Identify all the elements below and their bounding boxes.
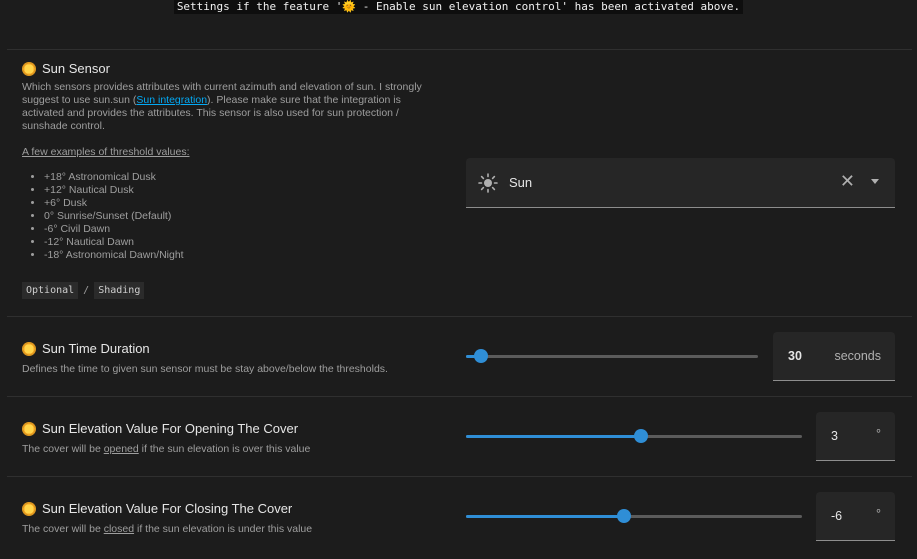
sun-sensor-title-text: Sun Sensor <box>42 61 110 76</box>
slider-thumb[interactable] <box>616 509 631 523</box>
sun-elevation-closing-panel: Sun Elevation Value For Closing The Cove… <box>7 476 912 559</box>
tag-optional: Optional <box>22 282 79 299</box>
sun-sensor-title: Sun Sensor <box>23 61 110 76</box>
list-item: -6° Civil Dawn <box>44 223 184 236</box>
examples-heading: A few examples of threshold values: <box>22 146 190 159</box>
sun-time-duration-panel: Sun Time Duration Defines the time to gi… <box>7 316 912 396</box>
sun-emoji-icon <box>23 342 35 355</box>
sun-time-duration-title-text: Sun Time Duration <box>42 341 150 356</box>
duration-slider[interactable] <box>466 349 758 363</box>
opening-desc-b: if the sun elevation is over this value <box>138 443 311 455</box>
duration-value: 30 <box>788 349 802 363</box>
sun-emoji-icon <box>23 502 35 515</box>
closing-input[interactable]: -6 ° <box>816 492 895 541</box>
tag-shading: Shading <box>94 282 145 299</box>
examples-list: +18° Astronomical Dusk +12° Nautical Dus… <box>28 171 184 262</box>
opening-desc-a: The cover will be <box>22 443 104 455</box>
chevron-down-icon[interactable] <box>871 179 879 184</box>
list-item: +18° Astronomical Dusk <box>44 171 184 184</box>
closing-desc-b: if the sun elevation is under this value <box>134 523 313 535</box>
opening-description: The cover will be opened if the sun elev… <box>22 443 310 456</box>
list-item: 0° Sunrise/Sunset (Default) <box>44 210 184 223</box>
sun-time-duration-description: Defines the time to given sun sensor mus… <box>22 363 388 375</box>
list-item: +12° Nautical Dusk <box>44 184 184 197</box>
opening-input[interactable]: 3 ° <box>816 412 895 461</box>
closing-desc-a: The cover will be <box>22 523 104 535</box>
closing-unit: ° <box>876 507 881 521</box>
sun-elevation-opening-panel: Sun Elevation Value For Opening The Cove… <box>7 396 912 476</box>
list-item: +6° Dusk <box>44 197 184 210</box>
closing-title-text: Sun Elevation Value For Closing The Cove… <box>42 501 293 516</box>
sun-sensor-panel: Sun Sensor Which sensors provides attrib… <box>7 49 912 316</box>
tag-separator: / <box>83 285 90 296</box>
closing-description: The cover will be closed if the sun elev… <box>22 523 312 536</box>
list-item: -18° Astronomical Dawn/Night <box>44 249 184 262</box>
sun-sensor-description: Which sensors provides attributes with c… <box>22 81 432 133</box>
close-icon[interactable]: ✕ <box>840 171 855 192</box>
sun-time-duration-title: Sun Time Duration <box>23 341 150 356</box>
closing-desc-u: closed <box>103 523 135 535</box>
duration-input[interactable]: 30 seconds <box>773 332 895 381</box>
sun-emoji-icon <box>23 422 35 435</box>
slider-thumb[interactable] <box>473 349 488 363</box>
closing-slider[interactable] <box>466 509 802 523</box>
list-item: -12° Nautical Dawn <box>44 236 184 249</box>
tags: Optional / Shading <box>22 282 145 299</box>
sun-sensor-select[interactable]: Sun ✕ <box>466 158 895 208</box>
opening-unit: ° <box>876 427 881 441</box>
opening-value: 3 <box>831 429 838 443</box>
duration-unit: seconds <box>834 349 881 363</box>
examples-heading-text: A few examples of threshold values: <box>22 146 190 158</box>
opening-desc-u: opened <box>103 443 139 455</box>
closing-title: Sun Elevation Value For Closing The Cove… <box>23 501 292 516</box>
slider-fill <box>466 515 624 518</box>
sun-sensor-value: Sun <box>509 175 533 190</box>
slider-thumb[interactable] <box>633 429 648 443</box>
slider-fill <box>466 435 641 438</box>
closing-value: -6 <box>831 509 843 523</box>
sun-integration-link[interactable]: Sun integration <box>136 94 207 106</box>
top-note-text: Settings if the feature '🌞 - Enable sun … <box>173 0 744 14</box>
top-note: Settings if the feature '🌞 - Enable sun … <box>0 0 917 18</box>
opening-title: Sun Elevation Value For Opening The Cove… <box>23 421 298 436</box>
opening-title-text: Sun Elevation Value For Opening The Cove… <box>42 421 299 436</box>
opening-slider[interactable] <box>466 429 802 443</box>
sun-icon <box>478 173 498 198</box>
sun-emoji-icon <box>23 62 35 75</box>
